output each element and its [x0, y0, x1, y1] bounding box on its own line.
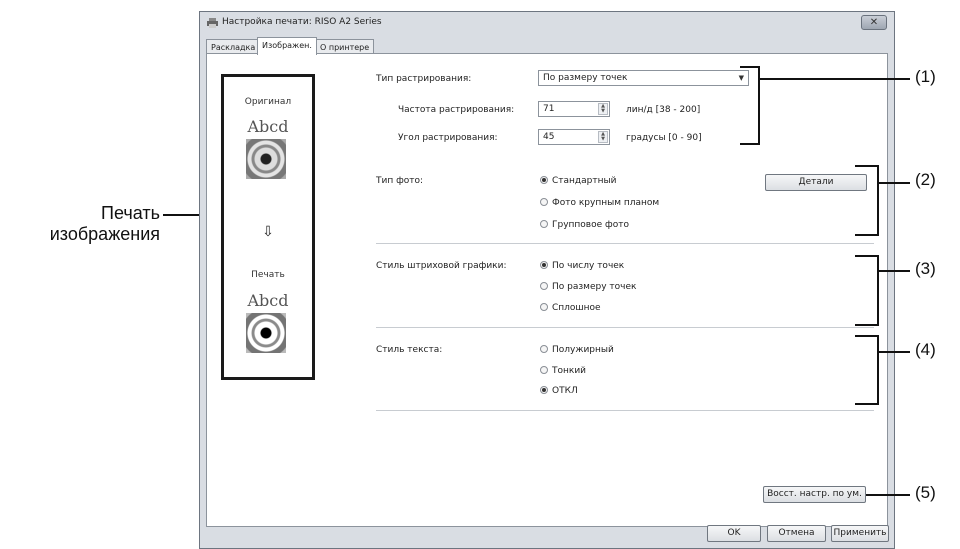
text-option-off[interactable]: ОТКЛ — [540, 386, 578, 396]
text-option-thin-label: Тонкий — [552, 366, 587, 376]
radio-icon — [540, 220, 548, 228]
ok-button[interactable]: OK — [707, 525, 761, 542]
photo-type-label: Тип фото: — [376, 176, 424, 186]
window-title: Настройка печати: RISO A2 Series — [222, 17, 382, 27]
text-option-thin[interactable]: Тонкий — [540, 366, 586, 376]
callout-bracket-2 — [855, 165, 879, 236]
spin-arrows-icon[interactable]: ▲ ▼ — [598, 131, 608, 143]
callout-line-1 — [760, 78, 910, 80]
radio-icon — [540, 345, 548, 353]
screening-type-value: По размеру точек — [543, 73, 628, 83]
side-label-line2: изображения — [49, 224, 160, 244]
screening-frequency-label: Частота растрирования: — [398, 105, 515, 115]
callout-2: (2) — [915, 170, 936, 189]
callout-line-3 — [879, 270, 910, 272]
side-label: Печать изображения — [0, 203, 160, 245]
callout-bracket-1 — [740, 66, 760, 145]
screening-type-select[interactable]: По размеру точек ▼ — [538, 70, 749, 86]
photo-option-closeup-label: Фото крупным планом — [552, 198, 660, 208]
line-art-option-solid[interactable]: Сплошное — [540, 303, 601, 313]
line-art-option-dot-count[interactable]: По числу точек — [540, 261, 624, 271]
radio-icon — [540, 198, 548, 206]
print-label: Печать — [251, 270, 285, 280]
radio-icon — [540, 176, 548, 184]
radio-icon — [540, 366, 548, 374]
callout-3: (3) — [915, 259, 936, 278]
arrow-down-icon: ⇩ — [262, 224, 274, 240]
screening-frequency-unit: лин/д [38 - 200] — [626, 105, 701, 115]
cancel-button[interactable]: Отмена — [767, 525, 826, 542]
screening-angle-unit: градусы [0 - 90] — [626, 133, 702, 143]
line-art-style-label: Стиль штриховой графики: — [376, 261, 507, 271]
screening-angle-value: 45 — [543, 132, 555, 142]
photo-option-standard-label: Стандартный — [552, 176, 617, 186]
radio-icon — [540, 261, 548, 269]
text-option-off-label: ОТКЛ — [552, 386, 578, 396]
line-art-option-dot-count-label: По числу точек — [552, 261, 625, 271]
line-art-option-solid-label: Сплошное — [552, 303, 601, 313]
line-art-option-dot-size-label: По размеру точек — [552, 282, 637, 292]
callout-1: (1) — [915, 67, 936, 86]
line-art-option-dot-size[interactable]: По размеру точек — [540, 282, 636, 292]
printer-icon — [207, 18, 218, 28]
screening-frequency-input[interactable]: 71 ▲ ▼ — [538, 101, 610, 117]
print-flower-image — [246, 313, 286, 353]
radio-icon — [540, 386, 548, 394]
spin-arrows-icon[interactable]: ▲ ▼ — [598, 103, 608, 115]
callout-line-4 — [879, 351, 910, 353]
apply-button[interactable]: Применить — [831, 525, 889, 542]
radio-icon — [540, 303, 548, 311]
tab-layout[interactable]: Раскладка — [206, 39, 261, 54]
separator — [376, 327, 874, 328]
details-button[interactable]: Детали — [765, 174, 867, 191]
photo-option-group[interactable]: Групповое фото — [540, 220, 629, 230]
text-style-label: Стиль текста: — [376, 345, 443, 355]
text-option-bold-label: Полужирный — [552, 345, 614, 355]
tab-about-printer[interactable]: О принтере — [315, 39, 375, 54]
callout-bracket-4 — [855, 335, 879, 405]
radio-icon — [540, 282, 548, 290]
image-preview: Оригинал Abcd ⇩ Печать Abcd — [221, 74, 315, 380]
callout-line-5 — [866, 494, 910, 496]
text-option-bold[interactable]: Полужирный — [540, 345, 614, 355]
callout-5: (5) — [915, 483, 936, 502]
tab-image[interactable]: Изображен. — [257, 37, 317, 55]
screening-type-label: Тип растрирования: — [376, 74, 472, 84]
screening-angle-input[interactable]: 45 ▲ ▼ — [538, 129, 610, 145]
callout-4: (4) — [915, 340, 936, 359]
separator — [376, 410, 874, 411]
screening-angle-label: Угол растрирования: — [398, 133, 498, 143]
close-button[interactable]: ✕ — [861, 15, 887, 30]
photo-option-closeup[interactable]: Фото крупным планом — [540, 198, 659, 208]
screening-frequency-value: 71 — [543, 104, 555, 114]
title-bar: Настройка печати: RISO A2 Series ✕ — [200, 12, 894, 36]
original-sample-text: Abcd — [247, 117, 289, 136]
restore-defaults-button[interactable]: Восст. настр. по ум. — [763, 486, 866, 503]
callout-line-2 — [879, 182, 910, 184]
photo-option-standard[interactable]: Стандартный — [540, 176, 616, 186]
callout-bracket-3 — [855, 255, 879, 326]
print-sample-text: Abcd — [247, 291, 289, 310]
photo-option-group-label: Групповое фото — [552, 220, 629, 230]
original-flower-image — [246, 139, 286, 179]
separator — [376, 243, 874, 244]
original-label: Оригинал — [244, 97, 292, 107]
side-label-line1: Печать — [101, 203, 160, 223]
